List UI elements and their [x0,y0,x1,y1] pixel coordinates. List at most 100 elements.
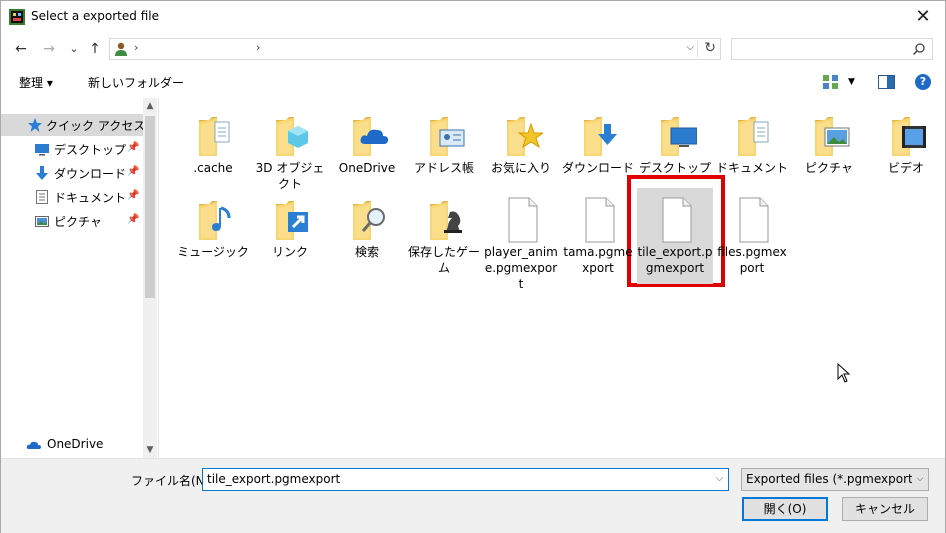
sidebar-item-desktop[interactable]: デスクトップ 📌 [1,138,143,160]
star-icon [28,118,42,132]
file-label: ミュージック [177,245,249,259]
scroll-down-icon[interactable]: ▼ [143,442,157,458]
sidebar-item-documents[interactable]: ドキュメント 📌 [1,186,143,208]
cancel-button[interactable]: キャンセル [842,497,928,521]
pin-icon[interactable]: 📌 [127,142,139,153]
file-label: OneDrive [338,161,396,175]
file-label: アドレス帳 [413,161,474,175]
generic-file-icon [739,197,769,243]
file-label: tile_export.pgmexport [637,245,713,275]
folder-item[interactable]: デスクトップ [637,104,713,200]
file-label: tama.pgmexport [563,245,633,275]
back-button[interactable]: ← [11,39,31,59]
help-icon[interactable]: ? [915,74,931,90]
file-list-view[interactable]: .cache 3D オブジェクト OneDrive アドレス帳 お気に入り ダウンロードデ… [161,98,945,458]
navigation-pane: クイック アクセス デスクトップ 📌 ダウンロード 📌 ドキュメント 📌 ピクチ… [1,98,159,458]
scroll-thumb[interactable] [145,116,155,298]
folder-item[interactable]: お気に入り [483,104,559,200]
folder-icon [892,117,926,156]
generic-file-icon [662,197,692,243]
sidebar-item-label: デスクトップ [54,143,127,157]
folder-item[interactable]: リンク [252,188,328,284]
app-icon [9,9,25,25]
file-item[interactable]: tile_export.pgmexport [637,188,713,284]
breadcrumb-separator[interactable]: › [256,41,260,54]
window-title: Select a exported file [31,9,159,23]
preview-pane-icon[interactable] [878,75,895,89]
folder-item[interactable]: ビデオ [868,104,944,200]
file-label: ピクチャ [805,161,853,175]
file-item[interactable]: files.pgmexport [714,188,790,284]
folder-item[interactable]: 検索 [329,188,405,284]
address-dropdown-icon[interactable]: ⌵ [686,42,694,53]
nav-scrollbar[interactable]: ▲ ▼ [143,98,157,458]
folder-item[interactable]: ダウンロード [560,104,636,200]
folder-item[interactable]: 保存したゲーム [406,188,482,284]
folder-item[interactable]: ミュージック [175,188,251,284]
file-label: ビデオ [887,161,924,175]
sidebar-item-label: ダウンロード [54,167,127,181]
folder-item[interactable]: ドキュメント [714,104,790,200]
new-folder-button[interactable]: 新しいフォルダー [88,74,184,91]
folder-icon [199,117,230,156]
file-type-value[interactable]: Exported files (*.pgmexport *.ag [746,472,928,486]
folder-item[interactable]: OneDrive [329,104,405,200]
title-bar: Select a exported file ✕ [1,1,945,33]
onedrive-icon [26,441,41,449]
forward-button[interactable]: → [39,39,59,59]
folder-icon [353,117,389,156]
sidebar-item-label: クイック アクセス [46,119,146,133]
up-button[interactable]: ↑ [85,39,105,59]
chevron-down-icon[interactable]: ⌵ [716,474,723,484]
file-label: デスクトップ [638,161,711,175]
sidebar-item-onedrive[interactable]: OneDrive [1,434,143,456]
sidebar-item-downloads[interactable]: ダウンロード 📌 [1,162,143,184]
organize-button[interactable]: 整理 ▾ [19,74,53,91]
sidebar-item-label: ドキュメント [54,191,127,205]
folder-item[interactable]: 3D オブジェクト [252,104,328,200]
file-item[interactable]: tama.pgmexport [560,188,636,284]
breadcrumb-separator[interactable]: › [134,41,138,54]
search-input[interactable] [731,38,933,60]
folder-icon [353,201,385,240]
open-button[interactable]: 開く(O) [742,497,828,521]
file-label: お気に入り [490,161,551,175]
search-icon [912,43,925,56]
address-divider [697,41,698,57]
filename-input[interactable]: tile_export.pgmexport ⌵ [202,468,729,491]
view-dropdown-icon[interactable]: ▼ [848,77,855,87]
close-button[interactable]: ✕ [909,4,937,30]
pin-icon[interactable]: 📌 [127,166,139,177]
refresh-icon[interactable]: ↻ [704,40,716,56]
folder-item[interactable]: アドレス帳 [406,104,482,200]
address-bar[interactable]: › › ⌵ ↻ [109,38,721,60]
file-label: .cache [193,161,233,175]
download-icon [36,166,48,180]
filename-value[interactable]: tile_export.pgmexport [207,472,340,486]
folder-item[interactable]: ピクチャ [791,104,867,200]
chevron-down-icon[interactable]: ⌵ [912,469,928,490]
file-label: 保存したゲーム [407,245,480,275]
folder-item[interactable]: .cache [175,104,251,200]
file-label: ダウンロード [561,161,634,175]
folder-icon [661,117,697,156]
recent-locations-button[interactable]: ⌄ [64,39,84,59]
sidebar-item-quick-access[interactable]: クイック アクセス [1,114,146,136]
folder-icon [507,117,543,156]
folder-icon [738,117,769,156]
generic-file-icon [508,197,538,243]
view-options-icon[interactable] [823,75,839,89]
pin-icon[interactable]: 📌 [127,190,139,201]
file-label: 検索 [354,245,379,259]
file-type-select[interactable]: Exported files (*.pgmexport *.ag ⌵ [741,468,929,491]
mouse-cursor-icon [837,363,851,383]
sidebar-item-pictures[interactable]: ピクチャ 📌 [1,210,143,232]
scroll-up-icon[interactable]: ▲ [143,98,157,114]
pictures-icon [35,216,49,227]
sidebar-item-label: OneDrive [47,437,104,451]
file-item[interactable]: player_anime.pgmexport [483,188,559,291]
file-label: player_anime.pgmexport [484,245,558,291]
desktop-icon [35,144,49,156]
sidebar-item-label: ピクチャ [54,215,102,229]
pin-icon[interactable]: 📌 [127,214,139,225]
